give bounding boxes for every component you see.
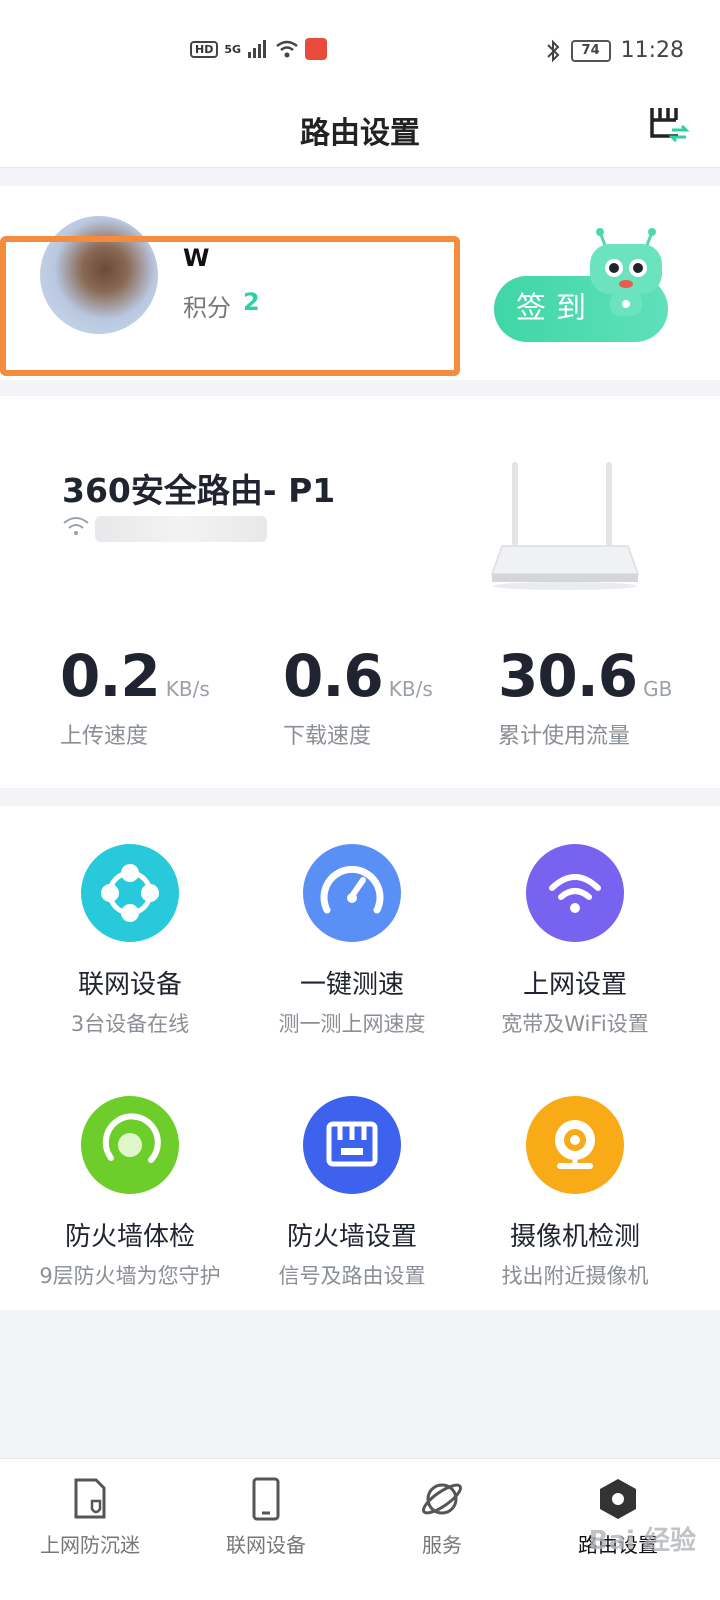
hd-badge: HD xyxy=(190,40,219,58)
traffic-unit: GB xyxy=(643,677,673,701)
hexagon-icon xyxy=(600,1479,636,1519)
router-switch-icon[interactable] xyxy=(648,104,690,144)
download-label: 下载速度 xyxy=(283,724,372,749)
profile-card: W 积分 2 签到 xyxy=(0,186,720,380)
traffic-value: 30.6 xyxy=(498,642,638,710)
feature-sub: 信号及路由设置 xyxy=(278,1264,426,1288)
camera-icon xyxy=(526,1096,624,1194)
nav-connected-devices[interactable]: 联网设备 xyxy=(176,1459,356,1600)
feature-firewall-check[interactable]: 防火墙体检 9层防火墙为您守护 xyxy=(10,1058,250,1288)
traffic-label: 累计使用流量 xyxy=(498,724,631,749)
feature-connected-devices[interactable]: 联网设备 3台设备在线 xyxy=(10,806,250,1036)
network-type: 5G xyxy=(224,42,242,56)
ssid-blurred xyxy=(95,516,267,542)
speedometer-icon xyxy=(303,844,401,942)
nav-services[interactable]: 服务 xyxy=(352,1459,532,1600)
wifi-icon xyxy=(526,844,624,942)
status-bar: HD 5G 74 11:28 xyxy=(0,0,720,100)
feature-sub: 宽带及WiFi设置 xyxy=(501,1012,649,1036)
upload-label: 上传速度 xyxy=(60,724,149,749)
wifi-status-icon xyxy=(276,40,298,58)
shield-doc-icon xyxy=(74,1478,106,1519)
network-nodes-icon xyxy=(81,844,179,942)
nav-label: 上网防沉迷 xyxy=(40,1533,140,1557)
status-right: 74 11:28 xyxy=(545,38,684,63)
clock: 11:28 xyxy=(620,38,684,63)
feature-sub: 测一测上网速度 xyxy=(278,1012,426,1036)
status-left: HD 5G xyxy=(190,38,328,60)
wifi-icon xyxy=(63,517,89,535)
feature-firewall-settings[interactable]: 防火墙设置 信号及路由设置 xyxy=(232,1058,472,1288)
feature-title: 摄像机检测 xyxy=(509,1222,640,1252)
download-speed: 0.6 KB/s 下载速度 xyxy=(283,642,433,749)
nav-label: 联网设备 xyxy=(226,1533,306,1557)
scan-ring-icon xyxy=(81,1096,179,1194)
download-unit: KB/s xyxy=(388,677,433,701)
router-card[interactable]: 360安全路由- P1 0.2 KB/s 上传速度 0.6 KB/s 下载速度 30… xyxy=(0,396,720,788)
router-device-image xyxy=(490,462,640,590)
upload-value: 0.2 xyxy=(60,642,161,710)
bluetooth-icon xyxy=(546,39,560,62)
battery-indicator: 74 xyxy=(570,39,611,62)
feature-grid: 联网设备 3台设备在线 一键测速 测一测上网速度 上网设置 宽带及WiFi设置 … xyxy=(0,806,720,1310)
signal-icon xyxy=(248,40,267,58)
feature-internet-settings[interactable]: 上网设置 宽带及WiFi设置 xyxy=(455,806,695,1036)
feature-sub: 9层防火墙为您守护 xyxy=(39,1264,221,1288)
nav-label: 服务 xyxy=(422,1533,462,1557)
watermark: Bai 经验 xyxy=(588,1526,696,1556)
router-icon xyxy=(303,1096,401,1194)
upload-speed: 0.2 KB/s 上传速度 xyxy=(60,642,210,749)
feature-sub: 找出附近摄像机 xyxy=(501,1264,649,1288)
feature-sub: 3台设备在线 xyxy=(70,1012,190,1036)
planet-icon xyxy=(422,1483,462,1515)
upload-unit: KB/s xyxy=(165,677,210,701)
feature-title: 上网设置 xyxy=(522,970,627,1000)
feature-title: 联网设备 xyxy=(77,970,182,1000)
app-header: 路由设置 xyxy=(0,100,720,168)
feature-title: 一键测速 xyxy=(299,970,404,1000)
robot-mascot-icon xyxy=(590,228,662,316)
highlight-box xyxy=(0,236,460,376)
router-name: 360安全路由- P1 xyxy=(62,471,336,510)
feature-camera-detect[interactable]: 摄像机检测 找出附近摄像机 xyxy=(455,1058,695,1288)
feature-title: 防火墙设置 xyxy=(286,1222,417,1252)
nav-anti-addiction[interactable]: 上网防沉迷 xyxy=(0,1459,180,1600)
total-traffic: 30.6 GB 累计使用流量 xyxy=(498,642,673,749)
feature-speed-test[interactable]: 一键测速 测一测上网速度 xyxy=(232,806,472,1036)
download-value: 0.6 xyxy=(283,642,384,710)
page-title: 路由设置 xyxy=(300,116,420,151)
phone-icon xyxy=(252,1477,280,1521)
feature-title: 防火墙体检 xyxy=(64,1222,195,1252)
app-notification-icon xyxy=(305,38,328,60)
